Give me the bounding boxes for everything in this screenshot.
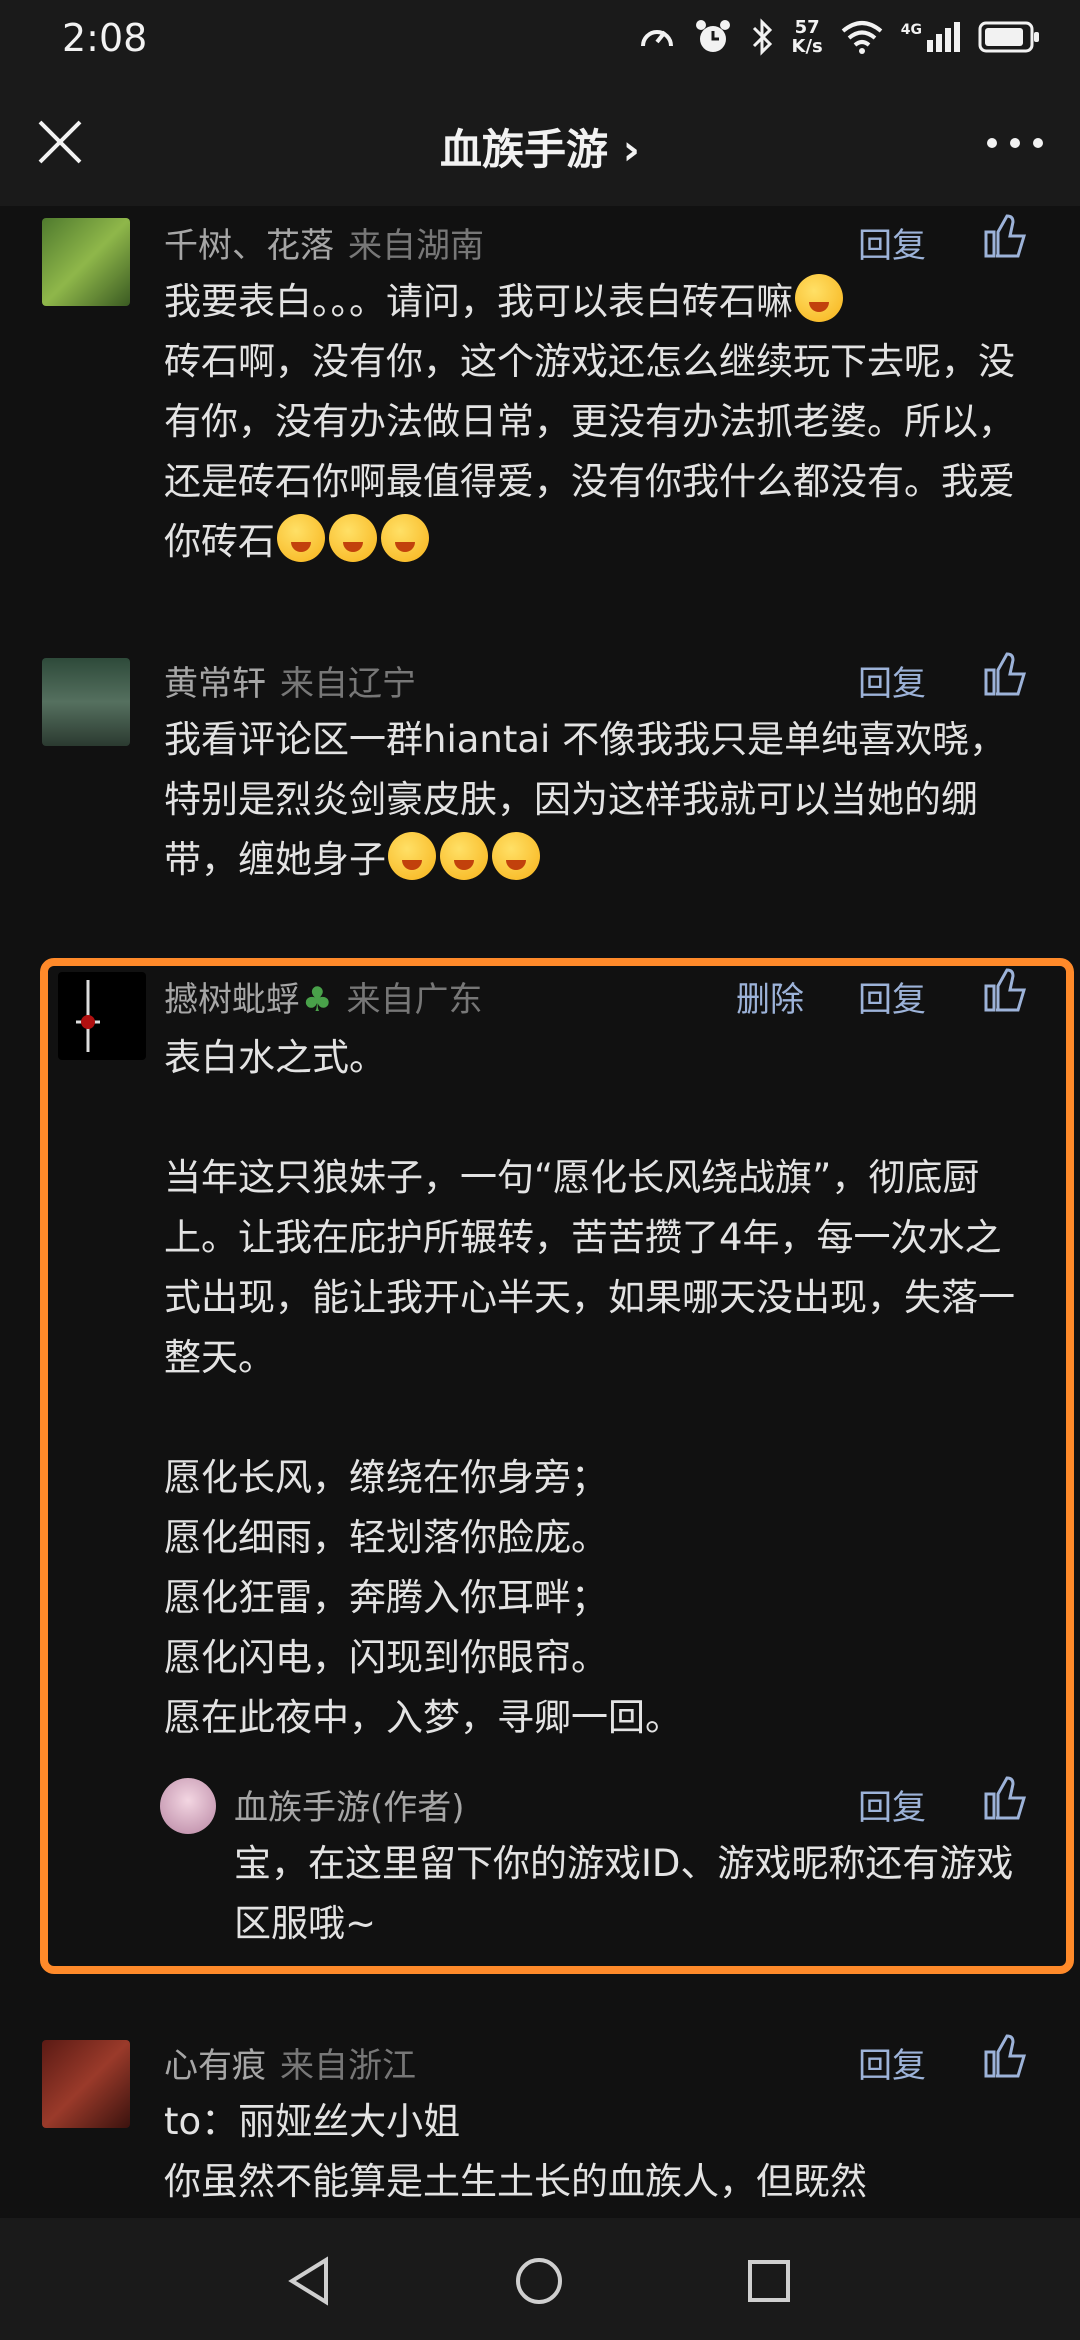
net-speed-value: 57 xyxy=(794,17,820,38)
comment-text: 我看评论区一群hiantai 不像我我只是单纯喜欢晓，特别是烈炎剑豪皮肤，因为这… xyxy=(164,710,1034,890)
signal-type: 4G xyxy=(900,22,922,38)
user-location: 来自湖南 xyxy=(348,226,484,266)
top-header: 血族手游 › xyxy=(0,78,1080,206)
thumbs-up-icon[interactable] xyxy=(980,2032,1028,2080)
avatar[interactable] xyxy=(42,218,130,306)
thumbs-up-icon[interactable] xyxy=(980,966,1028,1014)
comment-text: 我要表白。。。请问，我可以表白砖石嘛 砖石啊，没有你，这个游戏还怎么继续玩下去呢… xyxy=(164,272,1034,572)
comment-text-part: 我看评论区一群hiantai 不像我我只是单纯喜欢晓，特别是烈炎剑豪皮肤，因为这… xyxy=(164,718,1007,881)
battery-icon xyxy=(978,21,1039,53)
system-nav-bar xyxy=(0,2218,1080,2340)
user-name[interactable]: 撼树蚍蜉 xyxy=(164,980,300,1020)
wifi-icon xyxy=(841,21,883,54)
alarm-icon xyxy=(695,20,730,52)
delete-button[interactable]: 删除 xyxy=(736,972,804,1021)
thumbs-up-icon[interactable] xyxy=(980,212,1028,260)
reply-button[interactable]: 回复 xyxy=(858,1780,926,1829)
reply-button[interactable]: 回复 xyxy=(858,218,926,267)
clover-icon: ♣ xyxy=(302,980,333,1020)
thumbs-up-icon[interactable] xyxy=(980,650,1028,698)
reply-text: 宝，在这里留下你的游戏ID、游戏昵称还有游戏区服哦~ xyxy=(234,1842,1014,1945)
speed-icon xyxy=(640,30,673,47)
net-speed-unit: K/s xyxy=(791,36,823,57)
user-name[interactable]: 心有痕 xyxy=(164,2046,266,2086)
user-name[interactable]: 千树、花落 xyxy=(164,226,334,266)
reply-button[interactable]: 回复 xyxy=(858,972,926,1021)
avatar[interactable] xyxy=(42,658,130,746)
reply-button[interactable]: 回复 xyxy=(858,656,926,705)
bluetooth-icon xyxy=(752,18,772,56)
user-location: 来自浙江 xyxy=(280,2046,416,2086)
user-location: 来自辽宁 xyxy=(280,664,416,704)
avatar[interactable] xyxy=(42,2040,130,2128)
emoji-icon xyxy=(440,832,488,880)
emoji-icon xyxy=(388,832,436,880)
comment-author[interactable]: 心有痕 来自浙江 xyxy=(164,2038,416,2087)
reply-author[interactable]: 血族手游(作者) xyxy=(234,1780,465,1829)
user-location: 来自广东 xyxy=(346,980,483,1020)
comment-text: 表白水之式。 当年这只狼妹子，一句“愿化长风绕战旗”，彻底厨上。让我在庇护所辗转… xyxy=(164,1036,1015,1739)
comment-author[interactable]: 黄常轩 来自辽宁 xyxy=(164,656,416,705)
more-icon[interactable] xyxy=(980,118,1050,168)
cellular-icon: 4G xyxy=(901,22,960,52)
reply-button[interactable]: 回复 xyxy=(858,2038,926,2087)
comment-text: to：丽娅丝大小姐 你虽然不能算是土生土长的血族人，但既然 xyxy=(164,2100,867,2203)
net-speed: 57 K/s xyxy=(792,18,823,56)
emoji-icon xyxy=(277,514,325,562)
status-bar: 2:08 57 K/s 4G xyxy=(0,0,1080,78)
comment-author[interactable]: 撼树蚍蜉♣ 来自广东 xyxy=(164,972,482,1021)
emoji-icon xyxy=(795,274,843,322)
comment-text-part: 我要表白。。。请问，我可以表白砖石嘛 xyxy=(164,280,793,323)
emoji-icon xyxy=(381,514,429,562)
recents-icon[interactable] xyxy=(746,2258,792,2304)
emoji-icon xyxy=(492,832,540,880)
thumbs-up-icon[interactable] xyxy=(980,1774,1028,1822)
avatar-sword-icon xyxy=(76,980,100,1052)
comment-author[interactable]: 千树、花落 来自湖南 xyxy=(164,218,484,267)
back-icon[interactable] xyxy=(286,2256,332,2306)
emoji-icon xyxy=(329,514,377,562)
avatar[interactable] xyxy=(58,972,146,1060)
page-title[interactable]: 血族手游 › xyxy=(0,116,1080,177)
home-icon[interactable] xyxy=(514,2256,564,2306)
status-icons: 57 K/s 4G xyxy=(638,12,1040,62)
status-time: 2:08 xyxy=(62,16,148,60)
user-name[interactable]: 黄常轩 xyxy=(164,664,266,704)
avatar[interactable] xyxy=(160,1778,216,1834)
